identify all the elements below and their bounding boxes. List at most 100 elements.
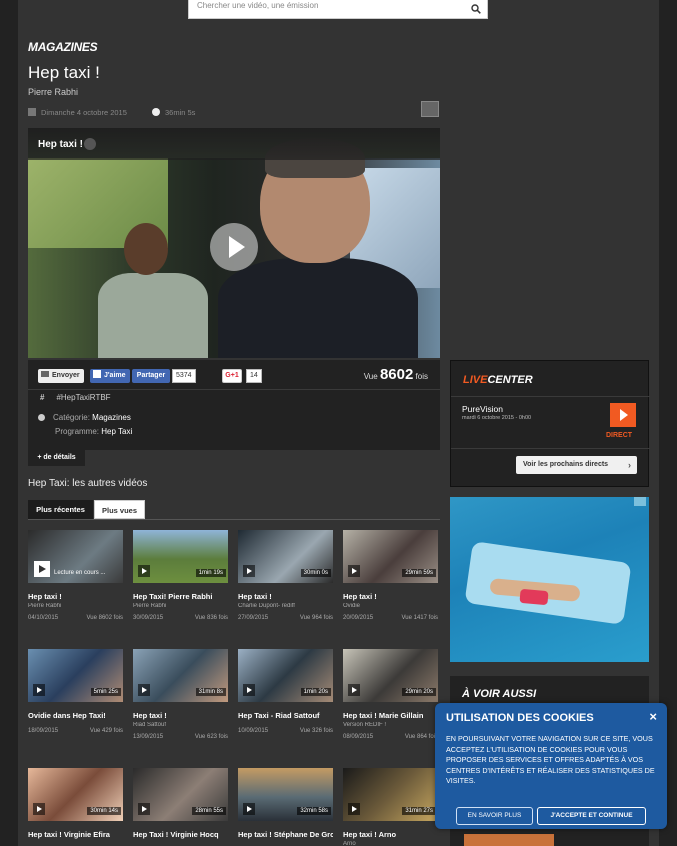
ad-choices-icon[interactable] [634,497,646,506]
left-margin [0,0,18,846]
live-direct-label[interactable]: DIRECT [606,432,632,439]
facebook-like-button[interactable]: J'aime [90,369,130,383]
video-card[interactable]: 30min 0s Hep taxi ! Charlie Dupont- rediff… [238,530,333,621]
share-icon[interactable] [421,101,439,117]
video-thumbnail[interactable]: 29min 59s [343,530,438,583]
video-thumbnail[interactable]: 28min 55s [133,768,228,821]
player-avatar [84,138,96,150]
video-duration: 36min 5s [152,108,195,117]
video-card-title[interactable]: Hep Taxi - Riad Sattouf [238,711,333,720]
video-card[interactable]: 31min 27s Hep taxi ! Arno Arno [343,768,438,846]
play-icon[interactable] [34,561,50,577]
video-thumbnail[interactable]: 30min 14s [28,768,123,821]
page-title: Hep taxi ! [28,63,100,82]
video-card-title[interactable]: Hep taxi ! Virginie Efira [28,830,123,839]
search-bar[interactable]: Chercher une vidéo, une émission [188,0,488,19]
see-also-thumbnail[interactable] [464,834,554,846]
video-card-views: Vue 964 fois [299,615,333,621]
facebook-count: 5374 [172,369,196,383]
tab-most-recent[interactable]: Plus récentes [28,500,93,519]
video-thumbnail[interactable]: 29min 20s [343,649,438,702]
video-card-views: Vue 1417 fois [401,615,438,621]
video-card-title[interactable]: Ovidie dans Hep Taxi! [28,711,123,720]
cookie-accept-button[interactable]: J'ACCEPTE ET CONTINUE [537,807,646,825]
video-card[interactable]: 31min 8s Hep taxi ! Riad Sattouf 13/09/2015… [133,649,228,740]
video-card-date: 13/09/2015 [133,734,164,740]
video-card-title[interactable]: Hep taxi ! [343,592,438,601]
video-thumbnail[interactable]: 5min 25s [28,649,123,702]
video-thumbnail[interactable]: 31min 27s [343,768,438,821]
video-thumbnail[interactable]: 32min 58s [238,768,333,821]
video-thumbnail[interactable]: 1min 19s [133,530,228,583]
video-card[interactable]: 29min 59s Hep taxi ! Ovidie 20/09/2015 Vue 1… [343,530,438,621]
search-icon[interactable] [471,4,481,14]
duration-badge: 29min 20s [402,688,436,696]
play-icon[interactable] [243,684,255,696]
video-card-title[interactable]: Hep taxi ! [133,711,228,720]
video-card-title[interactable]: Hep taxi ! [28,592,123,601]
category: Catégorie: Magazines [38,413,131,422]
video-card-author: Pierre Rabhi [28,603,62,609]
video-card[interactable]: 30min 14s Hep taxi ! Virginie Efira [28,768,123,846]
video-card[interactable]: 1min 19s Hep Taxi! Pierre Rabhi Pierre Rab… [133,530,228,621]
play-icon[interactable] [348,684,360,696]
tab-most-viewed[interactable]: Plus vues [94,500,145,519]
play-icon[interactable] [138,565,150,577]
gplus-button[interactable]: G+1 [222,369,242,383]
video-card-meta: 27/09/2015 Vue 964 fois [238,615,333,621]
video-thumbnail[interactable]: Lecture en cours ... [28,530,123,583]
video-card-author: Version REDIF ! [343,722,387,728]
facebook-share-button[interactable]: Partager [132,369,170,383]
video-card[interactable]: 29min 20s Hep taxi ! Marie Gillain Version… [343,649,438,740]
video-player[interactable]: Hep taxi ! [28,128,440,358]
play-icon[interactable] [33,684,45,696]
category-value[interactable]: Magazines [92,413,131,422]
divider [451,448,650,449]
category-label: Catégorie: [53,413,90,422]
now-playing-label: Lecture en cours ... [54,570,106,576]
play-icon[interactable] [348,565,360,577]
video-card[interactable]: 5min 25s Ovidie dans Hep Taxi! 18/09/2015 V… [28,649,123,734]
play-icon[interactable] [243,565,255,577]
live-datetime: mardi 6 octobre 2015 - 0h00 [462,415,532,421]
live-play-icon[interactable] [610,403,636,427]
programme-value[interactable]: Hep Taxi [101,427,132,436]
video-thumbnail[interactable]: 30min 0s [238,530,333,583]
cookie-more-button[interactable]: EN SAVOIR PLUS [456,807,533,825]
video-card-meta: 04/10/2015 Vue 8602 fois [28,615,123,621]
send-button[interactable]: Envoyer [38,369,84,383]
search-input[interactable]: Chercher une vidéo, une émission [197,1,318,10]
video-card-title[interactable]: Hep Taxi ! Virginie Hocq [133,830,228,839]
driver [218,258,418,358]
video-card-title[interactable]: Hep taxi ! Marie Gillain [343,711,438,720]
video-card-title[interactable]: Hep Taxi! Pierre Rabhi [133,592,228,601]
video-card[interactable]: 32min 58s Hep taxi ! Stéphane De Groodt [238,768,333,846]
more-details-button[interactable]: + de détails [28,450,85,466]
next-lives-button[interactable]: Voir les prochains directs › [516,456,637,474]
play-icon[interactable] [210,223,258,271]
video-card-title[interactable]: Hep taxi ! [238,592,333,601]
close-icon[interactable]: × [649,709,657,724]
video-card-title[interactable]: Hep taxi ! Arno [343,830,438,839]
video-card-title[interactable]: Hep taxi ! Stéphane De Groodt [238,830,333,839]
see-also-title: À VOIR AUSSI [462,688,537,700]
video-card-meta: 30/09/2015 Vue 836 fois [133,615,228,621]
play-icon[interactable] [243,803,255,815]
video-thumbnail[interactable]: 1min 20s [238,649,333,702]
video-card[interactable]: 1min 20s Hep Taxi - Riad Sattouf 10/09/201… [238,649,333,734]
duration-badge: 5min 25s [90,688,121,696]
play-icon[interactable] [138,684,150,696]
play-icon[interactable] [33,803,45,815]
video-thumbnail[interactable]: 31min 8s [133,649,228,702]
duration-badge: 30min 14s [87,807,121,815]
hashtag[interactable]: # #HepTaxiRTBF [40,393,111,402]
advertisement[interactable] [450,497,649,662]
hashtag-text[interactable]: #HepTaxiRTBF [56,393,110,402]
video-card-views: Vue 864 fois [404,734,438,740]
video-card[interactable]: Lecture en cours ... Hep taxi ! Pierre Rab… [28,530,123,621]
play-icon[interactable] [348,803,360,815]
live-channel[interactable]: PureVision [462,404,503,414]
play-icon[interactable] [138,803,150,815]
video-card[interactable]: 28min 55s Hep Taxi ! Virginie Hocq [133,768,228,846]
gplus-count: 14 [246,369,262,383]
